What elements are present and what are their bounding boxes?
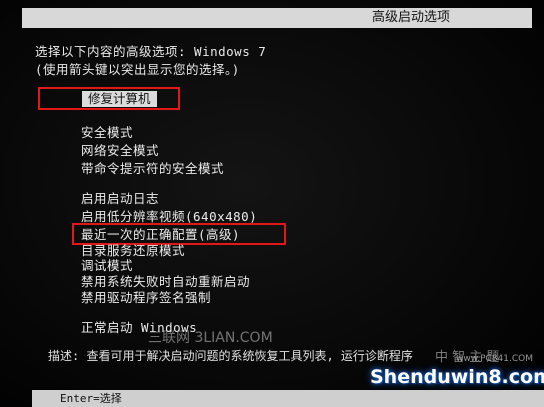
menu-item-safe-mode-networking[interactable]: 网络安全模式	[81, 143, 159, 159]
menu-item-directory-services-restore[interactable]: 目录服务还原模式	[81, 243, 185, 259]
menu-item-safe-mode-command-prompt[interactable]: 带命令提示符的安全模式	[81, 161, 224, 177]
boot-options-screen: 高级启动选项 选择以下内容的高级选项: Windows 7 (使用箭头键以突出显…	[0, 0, 544, 407]
menu-item-disable-driver-signature[interactable]: 禁用驱动程序签名强制	[81, 290, 211, 306]
footer-hint: Enter=选择	[60, 392, 122, 405]
intro-line-2: (使用箭头键以突出显示您的选择。)	[35, 62, 240, 77]
menu-item-repair-computer[interactable]: 修复计算机	[82, 91, 157, 107]
footer-bar: Enter=选择	[32, 390, 544, 407]
watermark-brand: Shenduwin8.com	[370, 366, 544, 388]
menu-item-debugging-mode[interactable]: 调试模式	[81, 258, 133, 274]
title-bar: 高级启动选项	[22, 8, 532, 28]
menu-item-boot-logging[interactable]: 启用启动日志	[81, 191, 159, 207]
watermark-url: www.PC841.COM	[456, 354, 534, 364]
description-text: 描述: 查看可用于解决启动问题的系统恢复工具列表, 运行诊断程序	[48, 349, 413, 363]
menu-item-disable-auto-restart[interactable]: 禁用系统失败时自动重新启动	[81, 274, 250, 290]
watermark-center: 三联网 3LIAN.COM	[148, 330, 273, 346]
window-title: 高级启动选项	[371, 10, 450, 25]
intro-line-1: 选择以下内容的高级选项: Windows 7	[35, 44, 267, 59]
menu-item-last-known-good[interactable]: 最近一次的正确配置(高级)	[81, 227, 240, 243]
repair-computer-highlight[interactable]: 修复计算机	[38, 87, 180, 110]
menu-item-safe-mode[interactable]: 安全模式	[81, 125, 133, 141]
